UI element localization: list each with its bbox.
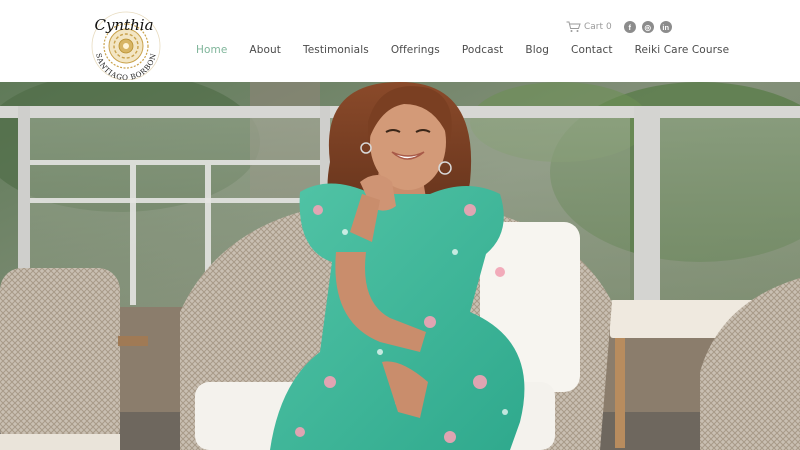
nav-item-offerings[interactable]: Offerings bbox=[391, 44, 440, 60]
shopping-cart-icon bbox=[566, 21, 581, 32]
logo-script-name: Cynthia bbox=[94, 16, 153, 34]
hero-photo bbox=[0, 82, 800, 450]
nav-item-home[interactable]: Home bbox=[196, 44, 227, 60]
brand-logo[interactable]: Cynthia SANTIAGO BORBON bbox=[82, 6, 170, 80]
linkedin-icon[interactable]: in bbox=[659, 21, 672, 33]
nav-item-contact[interactable]: Contact bbox=[571, 44, 613, 60]
social-links: f ◎ in bbox=[623, 21, 672, 33]
cart-label: Cart bbox=[584, 22, 604, 32]
nav-item-testimonials[interactable]: Testimonials bbox=[303, 44, 369, 60]
cart-button[interactable]: Cart 0 bbox=[566, 21, 612, 33]
header-utility: Cart 0 f ◎ in bbox=[566, 20, 672, 34]
instagram-icon[interactable]: ◎ bbox=[641, 21, 654, 33]
site-header: Cynthia SANTIAGO BORBON Home About Testimo… bbox=[0, 0, 800, 82]
nav-item-about[interactable]: About bbox=[249, 44, 281, 60]
facebook-icon[interactable]: f bbox=[623, 21, 636, 33]
nav-item-podcast[interactable]: Podcast bbox=[462, 44, 504, 60]
nav-item-reiki-care-course[interactable]: Reiki Care Course bbox=[635, 44, 730, 60]
nav-item-blog[interactable]: Blog bbox=[525, 44, 549, 60]
cart-count: 0 bbox=[606, 22, 612, 32]
main-navigation: Home About Testimonials Offerings Podcast Blo… bbox=[196, 44, 729, 60]
